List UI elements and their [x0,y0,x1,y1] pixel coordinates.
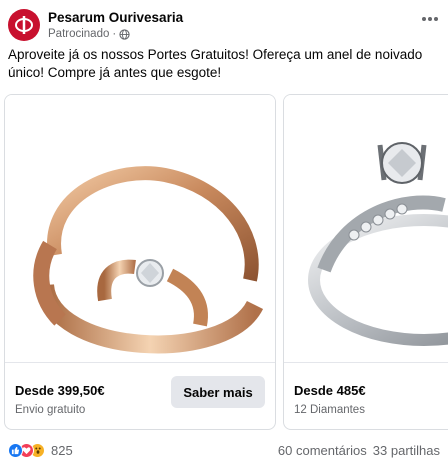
page-avatar[interactable] [8,9,40,41]
card-price[interactable]: Desde 399,50€ [15,383,105,398]
globe-icon [119,28,130,40]
more-options-button[interactable] [418,10,442,28]
shares-count[interactable]: 33 partilhas [373,443,440,458]
separator-dot: · [112,27,117,40]
learn-more-button[interactable]: Saber mais [171,376,265,408]
carousel-card-1[interactable]: Desde 399,50€ Envio gratuito Saber mais [4,94,276,430]
card-price[interactable]: Desde 485€ [294,383,366,398]
card-description: Envio gratuito [15,404,86,416]
post-header: Pesarum Ourivesaria Patrocinado · [8,6,438,44]
pesarum-logo-icon [15,16,33,34]
ad-carousel: Desde 399,50€ Envio gratuito Saber mais [0,92,448,432]
card-description: 12 Diamantes [294,404,365,416]
reactions-summary[interactable]: 825 [8,442,73,458]
white-gold-diamond-ring-icon [308,142,448,346]
comments-count[interactable]: 60 comentários [278,443,367,458]
carousel-card-2[interactable]: Desde 485€ 12 Diamantes [283,94,448,430]
card-footer: Desde 485€ 12 Diamantes [284,363,448,429]
page-name[interactable]: Pesarum Ourivesaria [48,9,183,26]
post-engagement-bar: 825 60 comentários 33 partilhas [0,436,448,464]
rose-gold-solitaire-ring-icon [33,166,264,354]
like-reaction-icon [8,442,23,458]
more-options-icon [422,17,438,21]
post-text: Aproveite já os nossos Portes Gratuitos!… [8,47,423,80]
reaction-count[interactable]: 825 [51,443,73,458]
white-gold-ring-image[interactable] [284,95,448,363]
rose-gold-ring-image[interactable] [5,95,275,363]
sponsored-label[interactable]: Patrocinado [48,27,109,42]
card-footer: Desde 399,50€ Envio gratuito Saber mais [5,363,275,429]
